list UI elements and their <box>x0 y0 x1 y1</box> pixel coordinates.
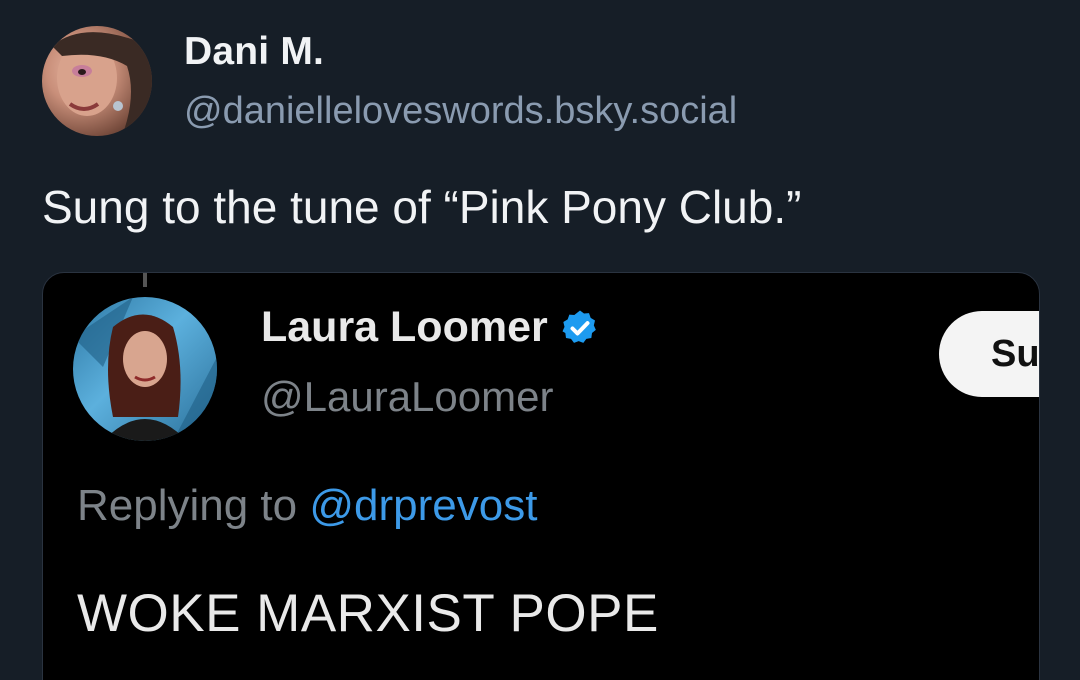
author-avatar-image <box>52 26 152 136</box>
author-name[interactable]: Dani M. <box>184 30 324 74</box>
quoted-text: WOKE MARXIST POPE <box>77 584 659 643</box>
post: Dani M. @danielleloveswords.bsky.social … <box>0 0 1080 680</box>
post-text: Sung to the tune of “Pink Pony Club.” <box>42 181 802 233</box>
author-avatar[interactable] <box>42 26 152 136</box>
quoted-tweet-screenshot: Laura Loomer @LauraLoomer Su Replying to… <box>43 273 1039 680</box>
quoted-author-name: Laura Loomer <box>261 303 548 351</box>
replying-to-line: Replying to @drprevost <box>77 481 537 531</box>
embedded-image[interactable]: Laura Loomer @LauraLoomer Su Replying to… <box>42 272 1040 680</box>
author-handle[interactable]: @danielleloveswords.bsky.social <box>184 90 737 133</box>
quoted-author-avatar <box>73 297 217 441</box>
subscribe-button: Su <box>939 311 1039 397</box>
divider <box>143 273 147 287</box>
replying-mention: @drprevost <box>309 481 538 530</box>
verified-badge-icon <box>562 310 596 343</box>
replying-prefix: Replying to <box>77 481 298 530</box>
quoted-avatar-image <box>73 297 217 441</box>
quoted-author-handle: @LauraLoomer <box>261 373 554 420</box>
quoted-name-row: Laura Loomer <box>261 303 600 352</box>
